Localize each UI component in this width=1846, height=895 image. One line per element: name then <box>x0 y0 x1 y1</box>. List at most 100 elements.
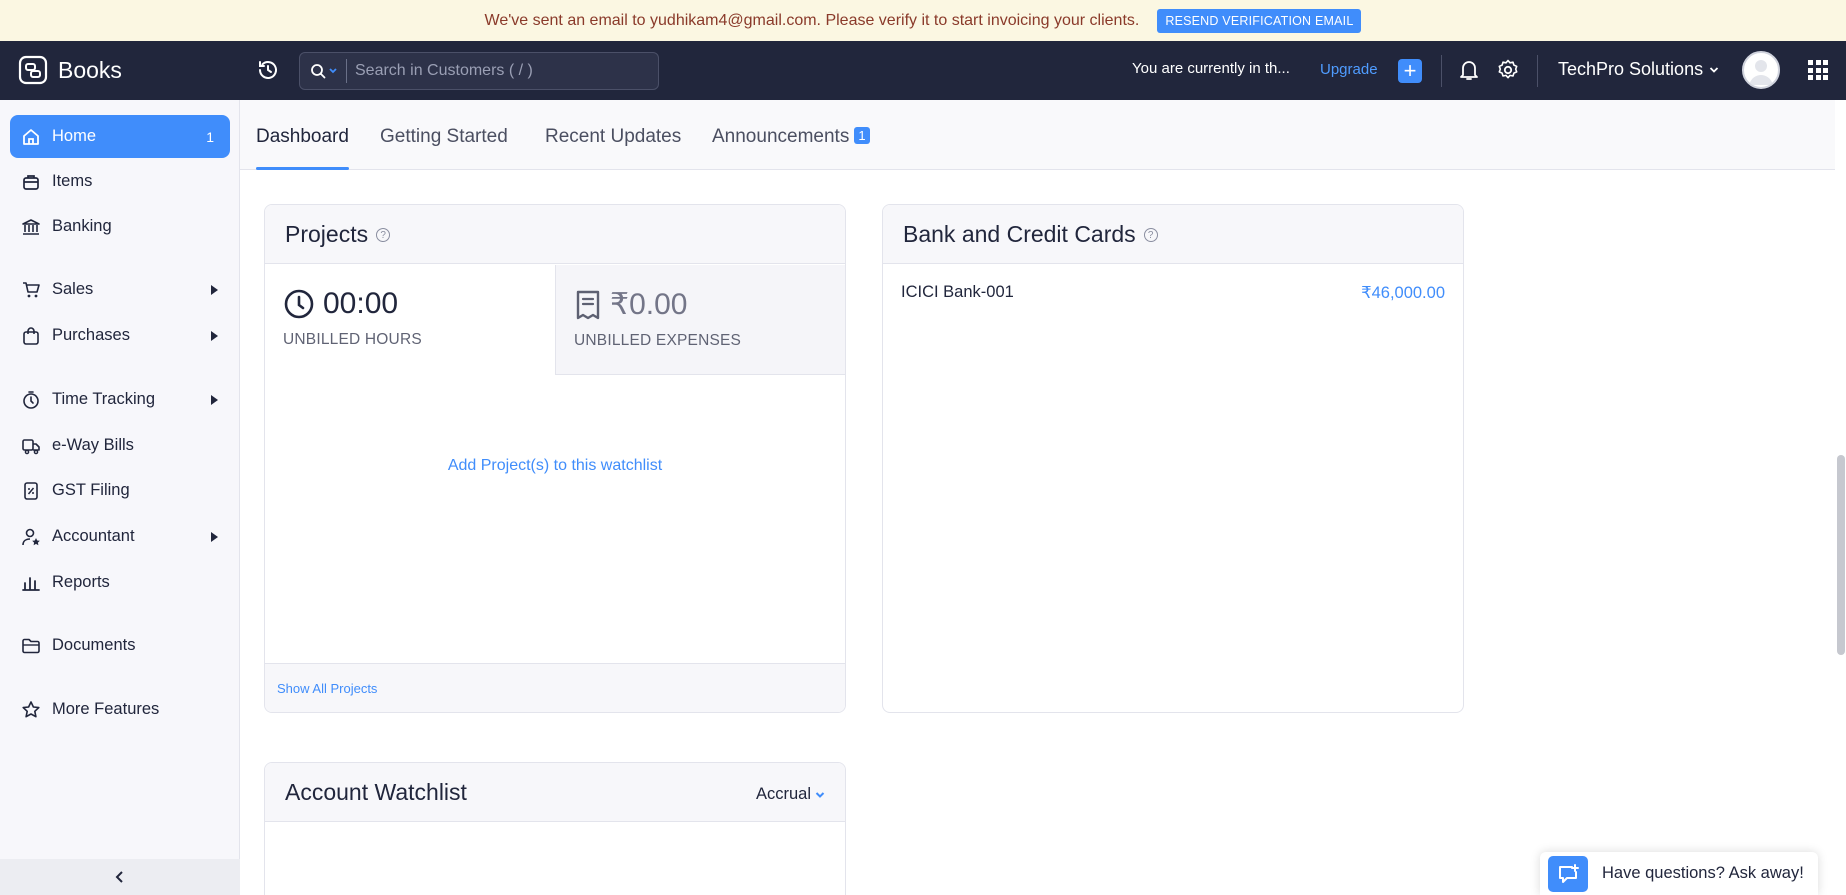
projects-card: Projects ? 00:00 UNBILLED HOURS ₹0.00 UN… <box>264 204 846 713</box>
settings-gear-icon[interactable] <box>1496 58 1520 87</box>
quick-create-button[interactable]: + <box>1398 59 1422 83</box>
accounting-basis-dropdown[interactable]: Accrual <box>756 785 825 804</box>
sidebar-item-label: Banking <box>52 217 112 235</box>
sidebar-item-label: Accountant <box>52 527 135 545</box>
resend-verification-button[interactable]: RESEND VERIFICATION EMAIL <box>1157 8 1362 33</box>
tab-getting-started[interactable]: Getting Started <box>380 126 508 170</box>
verification-message: We've sent an email to yudhikam4@gmail.c… <box>484 11 1140 29</box>
expand-arrow-icon[interactable] <box>211 330 218 341</box>
card-title: Bank and Credit Cards <box>903 220 1136 247</box>
sidebar-item-more-features[interactable]: More Features <box>10 688 230 731</box>
chevron-down-icon <box>815 791 825 798</box>
card-title: Account Watchlist <box>285 778 467 805</box>
upgrade-link[interactable]: Upgrade <box>1320 61 1378 78</box>
bank-icon <box>20 216 42 238</box>
sidebar-item-label: GST Filing <box>52 481 130 499</box>
announcements-badge: 1 <box>854 127 870 144</box>
page-scrollbar[interactable] <box>1835 100 1846 895</box>
recent-history-icon[interactable] <box>256 58 280 82</box>
bank-account-name[interactable]: ICICI Bank-001 <box>901 283 1014 303</box>
bank-header: Bank and Credit Cards ? <box>883 205 1463 264</box>
divider <box>1537 55 1538 87</box>
project-stats: 00:00 UNBILLED HOURS ₹0.00 UNBILLED EXPE… <box>265 265 845 375</box>
sidebar-item-banking[interactable]: Banking <box>10 205 230 248</box>
divider <box>1441 55 1442 87</box>
unbilled-expenses: ₹0.00 UNBILLED EXPENSES <box>555 265 845 375</box>
card-title: Projects <box>285 220 369 247</box>
projects-footer: Show All Projects <box>265 663 845 712</box>
app-launcher-grid-icon[interactable] <box>1808 60 1828 80</box>
brand-name: Books <box>58 56 122 83</box>
stopwatch-icon <box>20 389 42 411</box>
help-chat-label: Have questions? Ask away! <box>1602 864 1804 882</box>
sidebar: Home 1 Items Banking Sales Purchases Tim… <box>0 100 240 895</box>
gst-document-icon <box>20 480 42 502</box>
tab-label: Announcements <box>712 126 850 147</box>
sidebar-item-home[interactable]: Home 1 <box>10 115 230 158</box>
collapse-sidebar-button[interactable] <box>0 859 240 895</box>
expand-arrow-icon[interactable] <box>211 284 218 295</box>
sidebar-item-label: e-Way Bills <box>52 436 134 454</box>
sidebar-item-label: More Features <box>52 700 160 718</box>
unbilled-hours-label: UNBILLED HOURS <box>283 331 422 348</box>
trial-status-text[interactable]: You are currently in th... <box>1132 60 1290 77</box>
expand-arrow-icon[interactable] <box>211 531 218 542</box>
sidebar-item-label: Sales <box>52 280 94 298</box>
plus-icon: + <box>1403 58 1417 83</box>
bank-account-row[interactable]: ICICI Bank-001 ₹46,000.00 <box>901 283 1445 303</box>
global-search[interactable]: Search in Customers ( / ) <box>299 52 659 90</box>
verification-banner: We've sent an email to yudhikam4@gmail.c… <box>0 0 1846 41</box>
sidebar-item-label: Purchases <box>52 326 130 344</box>
account-watchlist-card: Account Watchlist Accrual <box>264 762 846 895</box>
watchlist-header: Account Watchlist Accrual <box>265 763 845 822</box>
search-icon <box>311 64 326 79</box>
bank-account-balance[interactable]: ₹46,000.00 <box>1361 283 1445 303</box>
sidebar-item-eway-bills[interactable]: e-Way Bills <box>10 424 230 467</box>
books-logo-icon <box>18 55 48 85</box>
sidebar-item-sales[interactable]: Sales <box>10 268 230 311</box>
truck-icon <box>20 435 42 457</box>
home-icon <box>20 126 42 148</box>
unbilled-expenses-value: ₹0.00 <box>610 288 688 321</box>
top-bar: Books Search in Customers ( / ) You are … <box>0 41 1846 100</box>
help-icon[interactable]: ? <box>376 228 391 242</box>
notifications-bell-icon[interactable] <box>1458 58 1480 87</box>
accountant-icon <box>20 526 42 548</box>
accounting-basis-value: Accrual <box>755 785 811 803</box>
home-badge: 1 <box>206 128 214 145</box>
organization-switcher[interactable]: TechPro Solutions <box>1558 59 1719 80</box>
add-projects-link[interactable]: Add Project(s) to this watchlist <box>265 457 845 475</box>
sidebar-item-gst-filing[interactable]: GST Filing <box>10 469 230 512</box>
sidebar-item-documents[interactable]: Documents <box>10 624 230 667</box>
sidebar-item-items[interactable]: Items <box>10 160 230 203</box>
search-input[interactable]: Search in Customers ( / ) <box>347 62 533 80</box>
tab-announcements[interactable]: Announcements 1 <box>712 126 870 170</box>
dashboard-tabs: Dashboard Getting Started Recent Updates… <box>240 100 1835 170</box>
expand-arrow-icon[interactable] <box>211 394 218 405</box>
chevron-left-icon <box>115 871 123 883</box>
star-icon <box>20 699 42 721</box>
bank-cards-card: Bank and Credit Cards ? ICICI Bank-001 ₹… <box>882 204 1464 713</box>
sidebar-item-label: Time Tracking <box>52 390 155 408</box>
brand-logo[interactable]: Books <box>18 55 122 85</box>
receipt-icon <box>576 290 600 319</box>
tab-recent-updates[interactable]: Recent Updates <box>545 126 681 170</box>
scrollbar-thumb[interactable] <box>1837 455 1845 655</box>
show-all-projects-link[interactable]: Show All Projects <box>277 681 377 696</box>
unbilled-hours: 00:00 UNBILLED HOURS <box>265 265 555 375</box>
help-chat-widget[interactable]: Have questions? Ask away! <box>1540 852 1818 895</box>
sidebar-item-purchases[interactable]: Purchases <box>10 314 230 357</box>
bar-chart-icon <box>20 572 42 594</box>
sidebar-item-label: Home <box>52 127 97 145</box>
organization-name: TechPro Solutions <box>1558 59 1704 79</box>
unbilled-hours-value: 00:00 <box>323 287 399 320</box>
search-scope-dropdown[interactable] <box>300 59 347 83</box>
user-avatar[interactable] <box>1742 51 1780 89</box>
items-icon <box>20 171 42 193</box>
tab-dashboard[interactable]: Dashboard <box>256 126 349 170</box>
sidebar-item-accountant[interactable]: Accountant <box>10 515 230 558</box>
folder-icon <box>20 635 42 657</box>
help-icon[interactable]: ? <box>1143 228 1158 242</box>
sidebar-item-time-tracking[interactable]: Time Tracking <box>10 378 230 421</box>
sidebar-item-reports[interactable]: Reports <box>10 561 230 604</box>
